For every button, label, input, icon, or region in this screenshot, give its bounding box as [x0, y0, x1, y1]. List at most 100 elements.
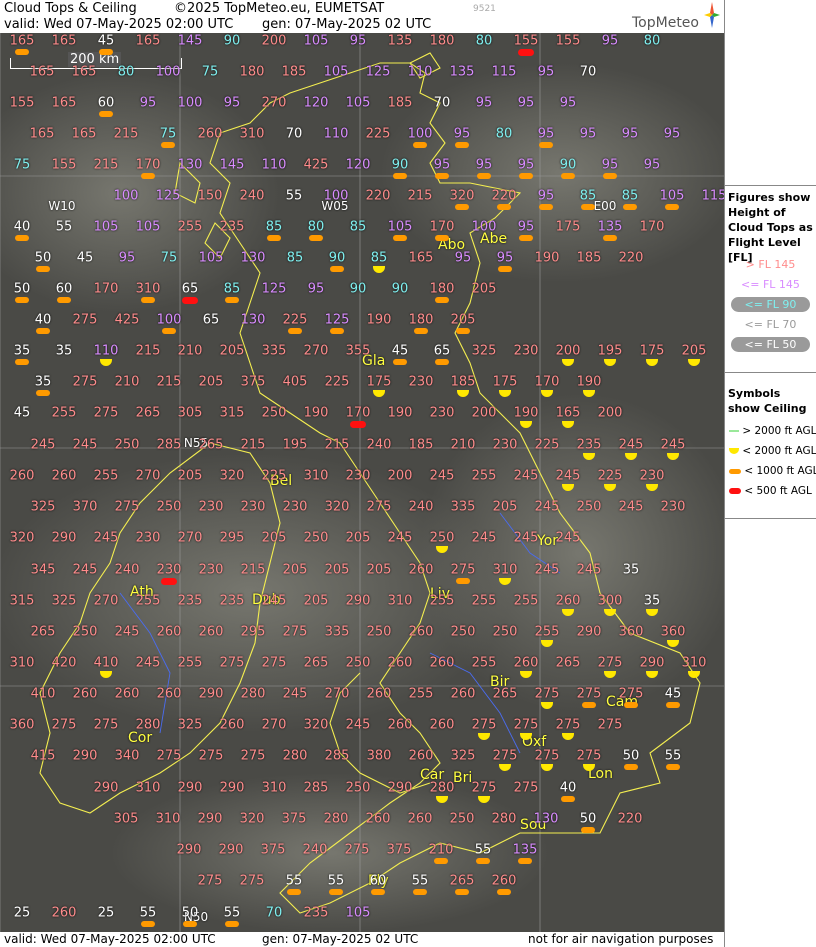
ceiling-legend: Symbols show Ceiling > 2000 ft AGL < 200… — [725, 372, 816, 519]
cloud-top-value: 55 — [664, 748, 682, 764]
cloud-top-value: 230 — [408, 374, 434, 390]
cloud-top-value: 105 — [198, 250, 224, 266]
cloud-top-value: 170 — [429, 219, 455, 235]
cloud-top-value: 275 — [93, 717, 119, 733]
cloud-top-value: 335 — [261, 343, 287, 359]
cloud-top-value: 405 — [282, 374, 308, 390]
legend-ceiling-label: > 2000 ft AGL — [742, 425, 816, 437]
ceiling-symbol — [624, 702, 638, 708]
cloud-top-value: 300 — [597, 593, 623, 609]
cloud-top-value: 335 — [450, 499, 476, 515]
cloud-top-value: 295 — [240, 624, 266, 640]
cloud-top-value: 245 — [618, 437, 644, 453]
cloud-top-value: 275 — [576, 686, 602, 702]
cloud-top-value: 95 — [537, 188, 555, 204]
cloud-top-value: 220 — [617, 811, 643, 827]
cloud-top-value: 100 — [113, 188, 139, 204]
cloud-top-value: 105 — [93, 219, 119, 235]
ceiling-symbol — [183, 921, 197, 927]
cloud-top-value: 110 — [93, 343, 119, 359]
cloud-top-value: 425 — [114, 312, 140, 328]
cloud-top-value: 275 — [576, 748, 602, 764]
cloud-top-value: 245 — [387, 530, 413, 546]
ceiling-symbol — [624, 764, 638, 770]
cloud-top-value: 275 — [492, 748, 518, 764]
cloud-top-value: 220 — [365, 188, 391, 204]
cloud-top-value: 95 — [223, 95, 241, 111]
cloud-top-value: 260 — [387, 717, 413, 733]
cloud-top-value: 105 — [345, 95, 371, 111]
cloud-top-value: 135 — [387, 33, 413, 49]
footer-generated-time: gen: 07-May-2025 02 UTC — [262, 932, 419, 946]
cloud-top-value: 215 — [93, 157, 119, 173]
cloud-top-value: 125 — [261, 281, 287, 297]
cloud-top-value: 165 — [71, 126, 97, 142]
cloud-top-value: 190 — [366, 312, 392, 328]
cloud-top-value: 165 — [555, 405, 581, 421]
legend-fl-label: <= FL 50 — [730, 337, 811, 352]
cloud-top-value: 290 — [72, 748, 98, 764]
cloud-top-value: 165 — [135, 33, 161, 49]
cloud-top-value: 230 — [240, 499, 266, 515]
cloud-top-value: 135 — [449, 64, 475, 80]
cloud-top-value: 275 — [114, 499, 140, 515]
cloud-top-value: 65 — [433, 343, 451, 359]
cloud-top-value: 240 — [366, 437, 392, 453]
cloud-top-value: 60 — [55, 281, 73, 297]
cloud-top-value: 130 — [177, 157, 203, 173]
cloud-top-value: 85 — [349, 219, 367, 235]
cloud-top-value: 205 — [450, 312, 476, 328]
cloud-top-value: 260 — [450, 686, 476, 702]
ceiling-symbol — [287, 889, 301, 895]
cloud-top-value: 155 — [9, 95, 35, 111]
cloud-top-value: 275 — [471, 780, 497, 796]
cloud-top-value: 290 — [93, 780, 119, 796]
cloud-top-value: 95 — [537, 64, 555, 80]
cloud-top-value: 270 — [261, 717, 287, 733]
image-code: 9521 — [473, 4, 496, 14]
cloud-top-value: 245 — [576, 562, 602, 578]
cloud-top-value: 155 — [513, 33, 539, 49]
cloud-top-value: 225 — [597, 468, 623, 484]
cloud-top-value: 260 — [198, 624, 224, 640]
ceiling-symbol — [36, 390, 50, 396]
cloud-top-value: 265 — [30, 624, 56, 640]
cloud-top-value: 275 — [597, 655, 623, 671]
cloud-top-value: 285 — [303, 780, 329, 796]
cloud-top-value: 310 — [492, 562, 518, 578]
ceiling-symbol — [309, 235, 323, 241]
legend-ceiling-label: < 2000 ft AGL — [742, 445, 816, 457]
cloud-top-value: 260 — [51, 468, 77, 484]
cloud-top-value: 255 — [471, 468, 497, 484]
cloud-top-value: 245 — [534, 499, 560, 515]
cloud-top-value: 50 — [579, 811, 597, 827]
cloud-top-value: 360 — [660, 624, 686, 640]
cloud-top-value: 95 — [139, 95, 157, 111]
cloud-top-value: 205 — [366, 562, 392, 578]
cloud-top-value: 190 — [387, 405, 413, 421]
cloud-top-value: 310 — [239, 126, 265, 142]
legend-ceiling-item: < 1000 ft AGL — [729, 465, 816, 477]
ceiling-symbol — [518, 858, 532, 864]
ceiling-symbol — [603, 173, 617, 179]
cloud-top-value: 290 — [639, 655, 665, 671]
cloud-top-value: 230 — [345, 468, 371, 484]
cloud-top-value: 165 — [51, 33, 77, 49]
satellite-map[interactable]: 200 km W10 W05 E00 N55 N50 Abo Abe Gla B… — [0, 33, 724, 932]
cloud-top-value: 245 — [261, 593, 287, 609]
cloud-top-value: 230 — [135, 530, 161, 546]
cloud-top-value: 380 — [366, 748, 392, 764]
cloud-top-value: 275 — [513, 717, 539, 733]
cloud-top-value: 260 — [408, 748, 434, 764]
cloud-top-value: 115 — [701, 188, 724, 204]
cloud-top-value: 165 — [9, 33, 35, 49]
cloud-top-value: 280 — [240, 686, 266, 702]
ceiling-symbol — [99, 49, 113, 55]
cloud-top-value: 225 — [282, 312, 308, 328]
cloud-top-value: 95 — [307, 281, 325, 297]
cloud-top-value: 35 — [34, 374, 52, 390]
cloud-top-value: 245 — [555, 468, 581, 484]
cloud-tops-legend: Figures show Height of Cloud Tops as Fli… — [725, 185, 816, 370]
cloud-top-value: 255 — [177, 219, 203, 235]
cloud-top-value: 255 — [177, 655, 203, 671]
